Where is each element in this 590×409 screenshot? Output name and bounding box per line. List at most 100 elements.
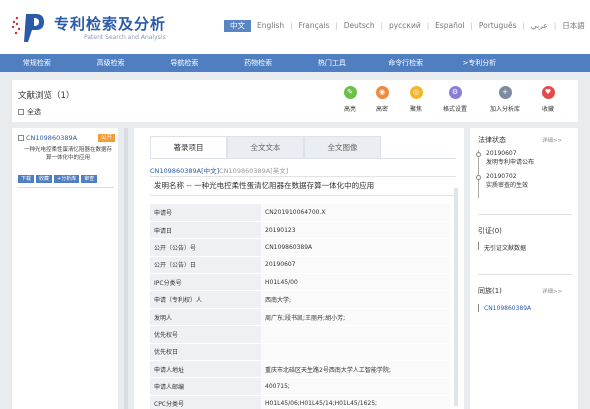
field-key: 申请（专利权）人 bbox=[150, 290, 261, 309]
collect-button[interactable]: 收藏 bbox=[36, 175, 53, 183]
list-item-actions: 下载 收藏 +分析库 审查 bbox=[18, 175, 98, 183]
citation-empty-text: 无引证文献数据 bbox=[484, 245, 527, 252]
app-title: 专利检索及分析 bbox=[54, 15, 167, 33]
family-marker bbox=[478, 304, 479, 312]
table-row: 公开（公告）号 CN109860389A bbox=[150, 238, 450, 257]
download-button[interactable]: 下载 bbox=[18, 175, 35, 183]
field-value: CN201910064700.X bbox=[261, 204, 450, 222]
timeline-dot bbox=[476, 175, 481, 180]
table-row: 发明人 周广东;段书凯;王丽丹;胡小芳; bbox=[150, 308, 450, 327]
nav-command-search[interactable]: 命令行检索 bbox=[369, 54, 443, 72]
table-row: 申请人邮编 400715; bbox=[150, 377, 450, 396]
field-value: 周广东;段书凯;王丽丹;胡小芳; bbox=[261, 308, 450, 327]
legal-status-title: 法律状态 bbox=[478, 136, 506, 144]
result-list: CN109860389A 公开 一种光电控柔性蛋清忆阻器在数据存算一体化中的应用… bbox=[12, 128, 118, 409]
invention-label: 发明名称 -- bbox=[154, 181, 192, 190]
lang-pt[interactable]: Português bbox=[473, 20, 523, 32]
highlight-icon: ✎ bbox=[343, 86, 357, 99]
focus-button[interactable]: ◎ 聚焦 bbox=[396, 86, 436, 113]
add-icon: + bbox=[498, 86, 512, 99]
tab-images[interactable]: 全文图像 bbox=[304, 136, 381, 158]
field-key: 优先权日 bbox=[150, 343, 261, 362]
nav-regular-search[interactable]: 常规检索 bbox=[0, 54, 74, 72]
list-item-header: CN109860389A bbox=[18, 134, 77, 142]
nav-advanced-search[interactable]: 高级检索 bbox=[74, 54, 148, 72]
lang-es[interactable]: Español bbox=[429, 20, 470, 32]
lang-ar[interactable]: عربي bbox=[525, 20, 554, 32]
list-item-number[interactable]: CN109860389A bbox=[26, 134, 77, 142]
table-row: 申请（专利权）人 西南大学; bbox=[150, 290, 450, 309]
lang-zh[interactable]: 中文 bbox=[224, 20, 251, 32]
table-row: 申请号 CN201910064700.X bbox=[150, 204, 450, 222]
side-panel: 法律状态 详细>> 20190607 发明专利申请公布 20190702 实质审… bbox=[470, 128, 578, 409]
list-item-checkbox[interactable] bbox=[18, 135, 24, 141]
table-row: 优先权号 bbox=[150, 325, 450, 344]
lang-en[interactable]: English bbox=[251, 20, 290, 32]
invention-title: 发明名称 -- 一种光电控柔性蛋清忆阻器在数据存算一体化中的应用 bbox=[150, 176, 456, 196]
field-key: 申请人地址 bbox=[150, 360, 261, 379]
detail-scrollbar[interactable] bbox=[454, 188, 458, 406]
field-value bbox=[261, 325, 450, 344]
family-more-link[interactable]: 详细>> bbox=[542, 287, 562, 295]
table-row: CPC分类号 H01L45/06;H01L45/14;H01L45/1625; bbox=[150, 395, 450, 409]
table-row: 申请人地址 重庆市北碚区天生路2号西南大学人工智能学院; bbox=[150, 360, 450, 379]
favorite-button[interactable]: ♥ 收藏 bbox=[528, 86, 568, 113]
select-all-label: 全选 bbox=[27, 108, 41, 116]
field-key: 申请号 bbox=[150, 204, 261, 222]
field-key: 公开（公告）号 bbox=[150, 238, 261, 257]
field-value: 20190607 bbox=[261, 256, 450, 275]
timeline-event: 发明专利申请公布 bbox=[486, 159, 535, 166]
field-value: 重庆市北碚区天生路2号西南大学人工智能学院; bbox=[261, 360, 450, 379]
format-settings-button[interactable]: ⚙ 格式设置 bbox=[435, 86, 475, 113]
status-badge: 公开 bbox=[98, 134, 116, 142]
divider bbox=[478, 214, 572, 215]
doc-number-zh[interactable]: CN109860389A[中文] bbox=[150, 167, 219, 175]
family-title: 同族(1) bbox=[478, 287, 502, 295]
document-detail: 著录项目 全文文本 全文图像 CN109860389A[中文]CN1098603… bbox=[134, 128, 464, 409]
timeline-event: 实质审查的生效 bbox=[486, 182, 529, 189]
focus-label: 聚焦 bbox=[409, 106, 422, 113]
favorite-label: 收藏 bbox=[541, 106, 554, 113]
doc-number-en[interactable]: CN109860389A[英文] bbox=[219, 167, 288, 175]
lang-ja[interactable]: 日本語 bbox=[556, 20, 590, 32]
legal-status-more-link[interactable]: 详细>> bbox=[542, 136, 562, 144]
table-row: 优先权日 bbox=[150, 343, 450, 362]
doc-number: CN109860389A[中文]CN109860389A[英文] bbox=[150, 165, 288, 175]
lang-de[interactable]: Deutsch bbox=[338, 20, 381, 32]
select-all[interactable]: 全选 bbox=[18, 107, 41, 117]
lang-ru[interactable]: русский bbox=[383, 20, 427, 32]
tab-fulltext[interactable]: 全文文本 bbox=[227, 136, 304, 158]
invention-name: 一种光电控柔性蛋清忆阻器在数据存算一体化中的应用 bbox=[194, 181, 375, 190]
list-scrollbar[interactable] bbox=[124, 128, 128, 409]
field-value bbox=[261, 343, 450, 362]
table-row: 公开（公告）日 20190607 bbox=[150, 256, 450, 275]
list-item-title[interactable]: 一种光电控柔性蛋清忆阻器在数据存算一体化中的应用 bbox=[22, 146, 114, 162]
timeline-date: 20190702 bbox=[486, 173, 517, 180]
lang-fr[interactable]: Français bbox=[292, 20, 335, 32]
table-row: 申请日 20190123 bbox=[150, 221, 450, 240]
field-key: 优先权号 bbox=[150, 325, 261, 344]
review-button[interactable]: 审查 bbox=[81, 175, 98, 183]
nav-patent-analysis[interactable]: >专利分析 bbox=[443, 54, 517, 72]
tab-bibliographic[interactable]: 著录项目 bbox=[150, 136, 227, 158]
field-key: IPC分类号 bbox=[150, 273, 261, 292]
field-value: 20190123 bbox=[261, 221, 450, 240]
add-analysis-button[interactable]: +分析库 bbox=[54, 175, 80, 183]
nav-hot-tools[interactable]: 热门工具 bbox=[295, 54, 369, 72]
divider bbox=[150, 158, 456, 159]
table-row: IPC分类号 H01L45/00 bbox=[150, 273, 450, 292]
focus-icon: ◎ bbox=[409, 86, 423, 99]
field-value: CN109860389A bbox=[261, 238, 450, 257]
add-to-analysis-button[interactable]: + 加入分析库 bbox=[485, 86, 525, 113]
select-all-checkbox[interactable] bbox=[18, 109, 24, 115]
document-browse-title: 文献浏览（1） bbox=[18, 91, 75, 101]
divider bbox=[18, 187, 114, 188]
timeline-date: 20190607 bbox=[486, 150, 517, 157]
family-item-link[interactable]: CN109860389A bbox=[484, 305, 531, 312]
nav-drug-search[interactable]: 药物检索 bbox=[221, 54, 295, 72]
timeline-line bbox=[478, 150, 479, 198]
nav-navigation-search[interactable]: 导航检索 bbox=[148, 54, 222, 72]
field-value: H01L45/00 bbox=[261, 273, 450, 292]
divider bbox=[478, 274, 572, 275]
language-bar: 中文 English | Français | Deutsch | русски… bbox=[224, 20, 590, 32]
